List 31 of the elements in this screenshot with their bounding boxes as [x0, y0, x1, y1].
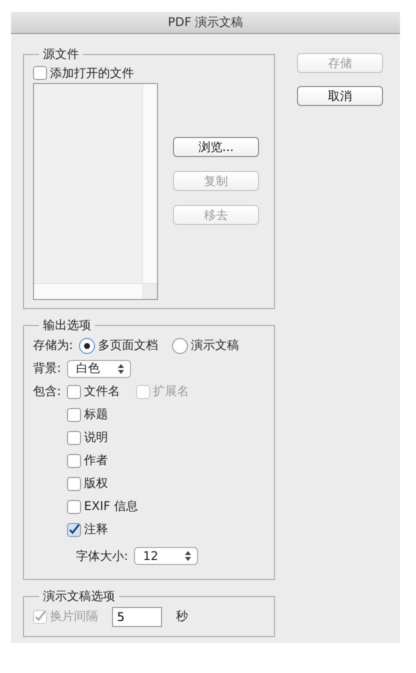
stepper-arrows-icon	[118, 364, 124, 374]
vertical-scrollbar[interactable]	[142, 84, 157, 283]
checkmark-icon	[34, 610, 46, 623]
background-select[interactable]: 白色	[67, 360, 132, 378]
file-list[interactable]	[33, 83, 158, 300]
checkbox[interactable]: 文件名	[67, 383, 120, 400]
checkbox[interactable]: 注释	[67, 521, 108, 538]
group-legend: 源文件	[39, 46, 83, 63]
checkbox[interactable]: 版权	[67, 475, 108, 492]
stepper-arrows-icon	[185, 551, 192, 561]
checkbox[interactable]: 作者	[67, 452, 108, 469]
window-title: PDF 演示文稿	[11, 12, 400, 34]
radio-option[interactable]: 多页面文档	[79, 337, 158, 354]
unit-label: 秒	[176, 608, 188, 625]
save-as-label: 存储为:	[33, 337, 74, 354]
interval-field[interactable]: 5	[112, 606, 162, 626]
radio-option[interactable]: 演示文稿	[172, 337, 240, 354]
font-size-select[interactable]: 12	[134, 547, 198, 565]
group-legend: 输出选项	[39, 317, 95, 334]
checkmark-icon	[68, 523, 80, 536]
background-label: 背景:	[33, 360, 62, 377]
group-legend: 演示文稿选项	[39, 588, 119, 605]
dialog-button[interactable]: 取消	[297, 86, 383, 106]
include-label: 包含:	[33, 383, 62, 400]
font-size-label: 字体大小:	[76, 548, 128, 564]
checkbox[interactable]: 说明	[67, 429, 108, 446]
horizontal-scrollbar[interactable]	[34, 283, 157, 299]
checkbox[interactable]: EXIF 信息	[67, 498, 138, 515]
action-button[interactable]: 浏览...	[173, 137, 259, 157]
checkbox[interactable]: 添加打开的文件	[33, 64, 134, 82]
checkbox[interactable]: 标题	[67, 406, 108, 423]
